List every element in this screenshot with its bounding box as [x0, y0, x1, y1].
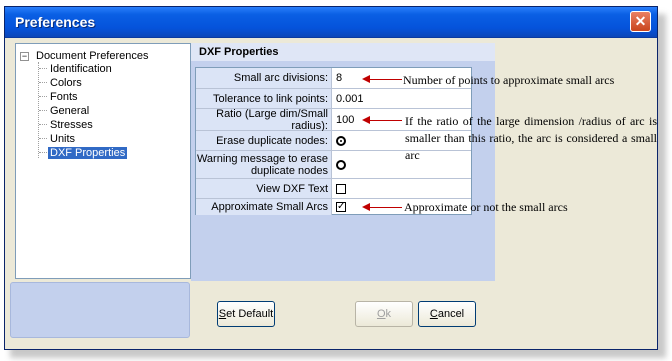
warning-message-label: Warning message to erase duplicate nodes [196, 151, 332, 178]
approximate-small-arcs-label: Approximate Small Arcs [196, 199, 332, 215]
approximate-small-arcs-checkbox[interactable]: ✓ [336, 202, 346, 212]
annotation-ratio: If the ratio of the large dimension /rad… [405, 114, 657, 162]
close-button[interactable]: ✕ [630, 11, 651, 32]
ok-button[interactable]: Ok [355, 301, 413, 327]
preferences-tree[interactable]: − Document Preferences Identification Co… [15, 43, 191, 279]
ok-mnemonic: O [376, 308, 386, 320]
arrow-approximate [368, 207, 402, 208]
set-default-label: et Default [226, 308, 274, 320]
view-dxf-text-value [336, 179, 346, 198]
row-tolerance: Tolerance to link points: 0.001 [196, 89, 471, 109]
tree-item-fonts[interactable]: Fonts [50, 91, 78, 103]
ok-label: k [385, 308, 392, 320]
cancel-button[interactable]: Cancel [418, 301, 476, 327]
approximate-small-arcs-value: ✓ [336, 199, 346, 215]
window-title: Preferences [15, 14, 96, 30]
panel-title: DXF Properties [199, 46, 279, 58]
small-arc-divisions-input[interactable]: 8 [336, 68, 342, 88]
tree-branch [39, 110, 47, 111]
status-area [10, 282, 190, 338]
panel-header: DXF Properties [191, 43, 495, 61]
tolerance-input[interactable]: 0.001 [336, 89, 364, 108]
tree-branch [39, 124, 47, 125]
arrow-ratio [368, 120, 402, 121]
tree-branch [39, 68, 47, 69]
tree-item-stresses[interactable]: Stresses [50, 119, 93, 131]
ratio-input[interactable]: 100 [336, 109, 354, 130]
tree-item-general[interactable]: General [50, 105, 89, 117]
tree-item-identification[interactable]: Identification [50, 63, 112, 75]
erase-duplicate-nodes-value [336, 131, 346, 150]
warning-message-value [336, 151, 346, 178]
annotation-small-arcs: Number of points to approximate small ar… [403, 73, 615, 87]
close-icon: ✕ [634, 13, 647, 29]
arrow-small-arcs [368, 79, 402, 80]
tree-root-document-preferences[interactable]: Document Preferences [36, 50, 149, 62]
row-view-dxf-text: View DXF Text [196, 179, 471, 199]
tree-branch [39, 82, 47, 83]
cancel-label: ancel [437, 308, 465, 320]
view-dxf-text-checkbox[interactable] [336, 183, 346, 194]
annotation-approximate: Approximate or not the small arcs [404, 200, 568, 214]
erase-duplicate-nodes-label: Erase duplicate nodes: [196, 131, 332, 150]
tree-branch [39, 96, 47, 97]
collapse-icon[interactable]: − [20, 52, 29, 61]
small-arc-divisions-label: Small arc divisions: [196, 68, 332, 88]
cancel-mnemonic: C [429, 308, 438, 320]
tree-item-dxf-properties[interactable]: DXF Properties [48, 147, 128, 159]
tree-branch [39, 138, 47, 139]
set-default-button[interactable]: Set Default [217, 301, 275, 327]
view-dxf-text-label: View DXF Text [196, 179, 332, 198]
ratio-label: Ratio (Large dim/Small radius): [196, 108, 332, 132]
erase-duplicate-nodes-radio[interactable] [336, 135, 346, 146]
tree-item-colors[interactable]: Colors [50, 77, 82, 89]
tolerance-label: Tolerance to link points: [196, 89, 332, 108]
tree-item-units[interactable]: Units [50, 133, 75, 145]
title-bar[interactable]: Preferences ✕ [5, 7, 657, 38]
tree-branch [39, 152, 47, 153]
warning-message-radio[interactable] [336, 159, 346, 170]
